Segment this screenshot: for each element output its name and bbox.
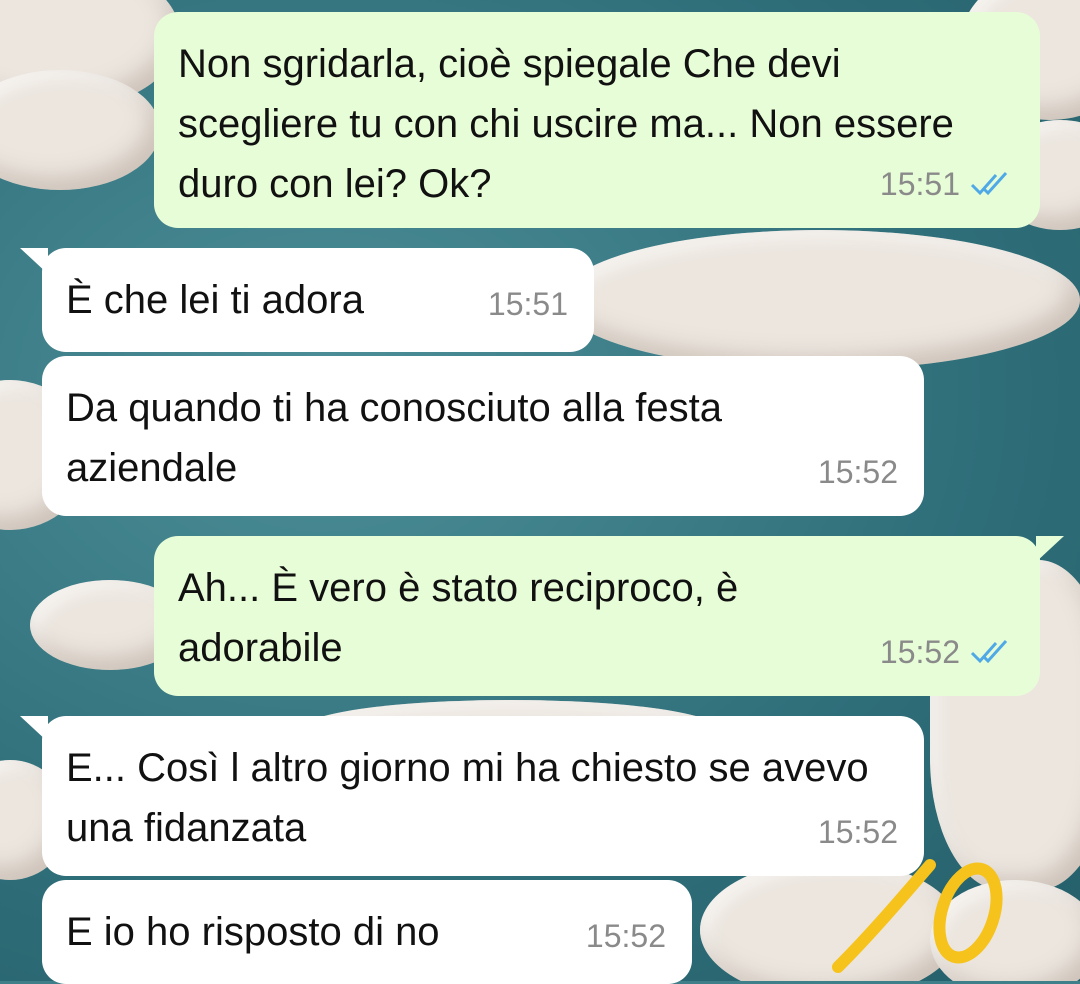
message-time: 15:52: [817, 454, 898, 490]
handwritten-number-annotation: [832, 859, 1003, 973]
bubble-tail: [1036, 536, 1064, 562]
message-time: 15:51: [879, 166, 960, 202]
cloud-decoration: [560, 230, 1080, 370]
message-bubble-incoming[interactable]: E... Così l altro giorno mi ha chiesto s…: [42, 716, 924, 876]
message-text: Ah... È vero è stato reciproco, è adorab…: [178, 566, 739, 670]
message-text: Da quando ti ha conosciuto alla festa az…: [66, 386, 722, 490]
message-bubble-incoming[interactable]: È che lei ti adora 15:51: [42, 248, 594, 352]
read-receipt-icon: [970, 171, 1008, 196]
message-meta: 15:52: [818, 442, 898, 502]
message-text: E... Così l altro giorno mi ha chiesto s…: [66, 746, 869, 850]
message-meta: 15:52: [586, 906, 666, 966]
message-time: 15:52: [879, 634, 960, 670]
message-bubble-outgoing[interactable]: Ah... È vero è stato reciproco, è adorab…: [154, 536, 1040, 696]
message-text: Non sgridarla, cioè spiegale Che devi sc…: [178, 42, 954, 206]
message-bubble-outgoing[interactable]: Non sgridarla, cioè spiegale Che devi sc…: [154, 12, 1040, 228]
message-bubble-incoming[interactable]: Da quando ti ha conosciuto alla festa az…: [42, 356, 924, 516]
message-time: 15:51: [487, 286, 568, 322]
message-time: 15:52: [817, 814, 898, 850]
read-receipt-icon: [970, 639, 1008, 664]
message-meta: 15:51: [488, 274, 568, 334]
message-meta: 15:51: [880, 154, 1014, 214]
message-time: 15:52: [585, 918, 666, 954]
message-meta: 15:52: [818, 802, 898, 862]
message-meta: 15:52: [880, 622, 1014, 682]
message-text: E io ho risposto di no: [66, 910, 440, 954]
message-bubble-incoming[interactable]: E io ho risposto di no 15:52: [42, 880, 692, 984]
